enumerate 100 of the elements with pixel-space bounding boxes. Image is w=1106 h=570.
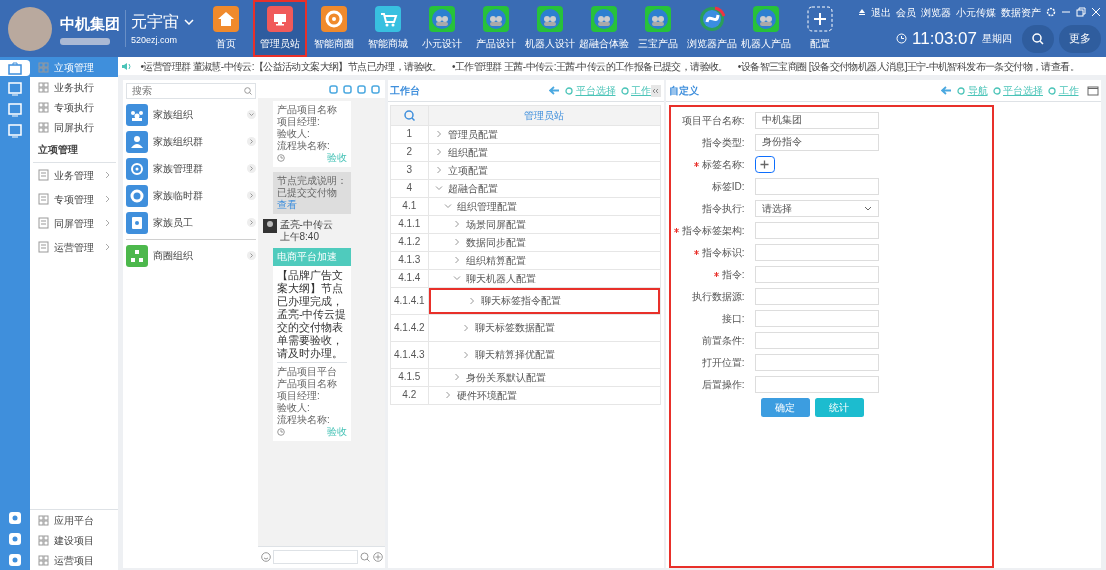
nav-tab[interactable]: 小元设计 <box>415 0 469 57</box>
chevron-right-icon <box>452 373 461 381</box>
tree-item[interactable]: 组织管理配置 <box>428 197 660 215</box>
org-list-item[interactable]: 家族组织群 <box>125 130 256 153</box>
add-icon[interactable] <box>372 552 383 562</box>
briefcase-icon[interactable] <box>7 59 23 76</box>
top-link[interactable]: 数据资产 <box>1001 4 1041 20</box>
chevron-right-icon <box>246 218 256 227</box>
search-field[interactable]: 搜索 <box>125 82 256 99</box>
close-icon[interactable] <box>1091 7 1101 17</box>
org-list-item[interactable]: 商圈组织 <box>125 244 256 267</box>
input-field[interactable] <box>754 309 879 327</box>
tree-item[interactable]: 聊天机器人配置 <box>428 269 660 287</box>
sidebar-group[interactable]: 专项管理 <box>30 187 118 211</box>
sidebar-item[interactable]: 建设项目 <box>30 530 118 550</box>
input-field[interactable] <box>754 331 879 349</box>
panel-title: 自定义 <box>668 84 700 98</box>
tree-item[interactable]: 硬件环境配置 <box>428 386 660 404</box>
input-field[interactable] <box>754 353 879 371</box>
org-list-item[interactable]: 家族管理群 <box>125 157 256 180</box>
top-link[interactable]: 退出 <box>871 4 891 20</box>
tree-item[interactable]: 管理员配置 <box>428 125 660 143</box>
row-number: 4.1.5 <box>398 371 421 382</box>
field-label: 指令类型: <box>701 135 745 150</box>
org-list-item[interactable]: 家族员工 <box>125 211 256 234</box>
sidebar-group[interactable]: 运营管理 <box>30 235 118 259</box>
input-field[interactable]: 身份指令 <box>754 133 879 151</box>
input-field[interactable] <box>754 265 879 283</box>
chevron-right-icon <box>246 137 256 146</box>
globe-figures-icon <box>537 6 563 32</box>
nav-tab[interactable]: 三宝产品 <box>631 0 685 57</box>
input-field[interactable] <box>754 177 879 195</box>
screen-gear-icon[interactable] <box>7 122 23 139</box>
input-field[interactable] <box>754 375 879 393</box>
nav-tab[interactable]: 首页 <box>199 0 253 57</box>
sidebar-group[interactable]: 业务管理 <box>30 163 118 187</box>
tree-item[interactable]: 组织精算配置 <box>428 251 660 269</box>
nav-tab[interactable]: 管理员站 <box>253 0 307 57</box>
more-button[interactable]: 更多 <box>1059 24 1101 53</box>
tree-item[interactable]: 组织配置 <box>428 143 660 161</box>
org-list-item[interactable]: 家族临时群 <box>125 184 256 207</box>
org-list-item[interactable]: 家族组织 <box>125 103 256 126</box>
nav-tab[interactable]: 产品设计 <box>469 0 523 57</box>
tag-label: 电商平台加速 <box>273 247 351 266</box>
tree-item[interactable]: 立项配置 <box>428 161 660 179</box>
tree-item[interactable]: 场景同屏配置 <box>428 215 660 233</box>
sidebar-group[interactable]: 同屏管理 <box>30 211 118 235</box>
tree-item[interactable]: 身份关系默认配置 <box>428 368 660 386</box>
back-icon[interactable] <box>941 86 952 95</box>
globe-figures-icon <box>483 6 509 32</box>
chart-screen-icon[interactable] <box>7 101 23 118</box>
input-field[interactable] <box>754 243 879 261</box>
tree-item[interactable]: 聊天标签指令配置 <box>428 287 660 314</box>
globe-figures-icon <box>645 6 671 32</box>
nav-tab[interactable]: 智能商城 <box>361 0 415 57</box>
restore-icon[interactable] <box>1076 7 1086 17</box>
input-field[interactable]: 中机集团 <box>754 111 879 129</box>
nav-tab[interactable]: 配置 <box>793 0 847 57</box>
sidebar-item[interactable]: 同屏执行 <box>30 117 118 137</box>
nav-tab[interactable]: 浏览器产品 <box>685 0 739 57</box>
message-time: 上午8:40 <box>279 230 320 243</box>
settings-icon[interactable] <box>1046 7 1056 17</box>
sidebar-item[interactable]: 运营项目 <box>30 550 118 570</box>
chevron-down-icon <box>246 110 256 119</box>
input-field[interactable] <box>754 287 879 305</box>
nav-tab[interactable]: 机器人产品 <box>739 0 793 57</box>
caret-icon[interactable] <box>184 18 194 25</box>
list-screen-icon[interactable] <box>7 80 23 97</box>
add-button[interactable] <box>754 155 775 173</box>
sidebar-item[interactable]: 业务执行 <box>30 77 118 97</box>
back-icon[interactable] <box>549 86 560 95</box>
nav-tab[interactable]: 智能商圈 <box>307 0 361 57</box>
search-icon[interactable] <box>403 109 415 121</box>
nav-tab[interactable]: 超融合体验 <box>577 0 631 57</box>
tree-item[interactable]: 聊天标签数据配置 <box>428 314 660 341</box>
tree-item[interactable]: 数据同步配置 <box>428 233 660 251</box>
maximize-icon[interactable] <box>1086 85 1099 96</box>
meta-line: 产品项目名称 <box>277 103 338 116</box>
domain-text: 520ezj.com <box>131 33 179 47</box>
row-number: 4.1.4.3 <box>394 348 425 360</box>
chevron-right-icon <box>246 164 256 173</box>
search-button[interactable] <box>1022 24 1054 53</box>
eject-icon[interactable] <box>858 8 866 16</box>
input-field[interactable] <box>754 221 879 239</box>
tree-item[interactable]: 超融合配置 <box>428 179 660 197</box>
top-link[interactable]: 小元传媒 <box>956 4 996 20</box>
collapse-icon[interactable] <box>651 84 661 97</box>
tree-item[interactable]: 聊天精算择优配置 <box>428 341 660 368</box>
chevron-right-icon <box>443 391 452 399</box>
message-input[interactable] <box>273 550 358 564</box>
nav-tab[interactable]: 机器人设计 <box>523 0 577 57</box>
emoji-icon[interactable] <box>260 552 271 562</box>
column-header: 管理员站 <box>524 109 565 121</box>
sidebar-item[interactable]: 应用平台 <box>30 510 118 530</box>
sidebar-item[interactable]: 专项执行 <box>30 97 118 117</box>
top-link[interactable]: 会员 <box>896 4 916 20</box>
top-link[interactable]: 浏览器 <box>921 4 951 20</box>
ticker-message: •工作管理群 王茜-中传云:王茜-中传云的工作报备已提交，请验收。 <box>451 59 728 74</box>
select-field[interactable]: 请选择 <box>754 199 879 217</box>
search-icon[interactable] <box>360 552 370 562</box>
